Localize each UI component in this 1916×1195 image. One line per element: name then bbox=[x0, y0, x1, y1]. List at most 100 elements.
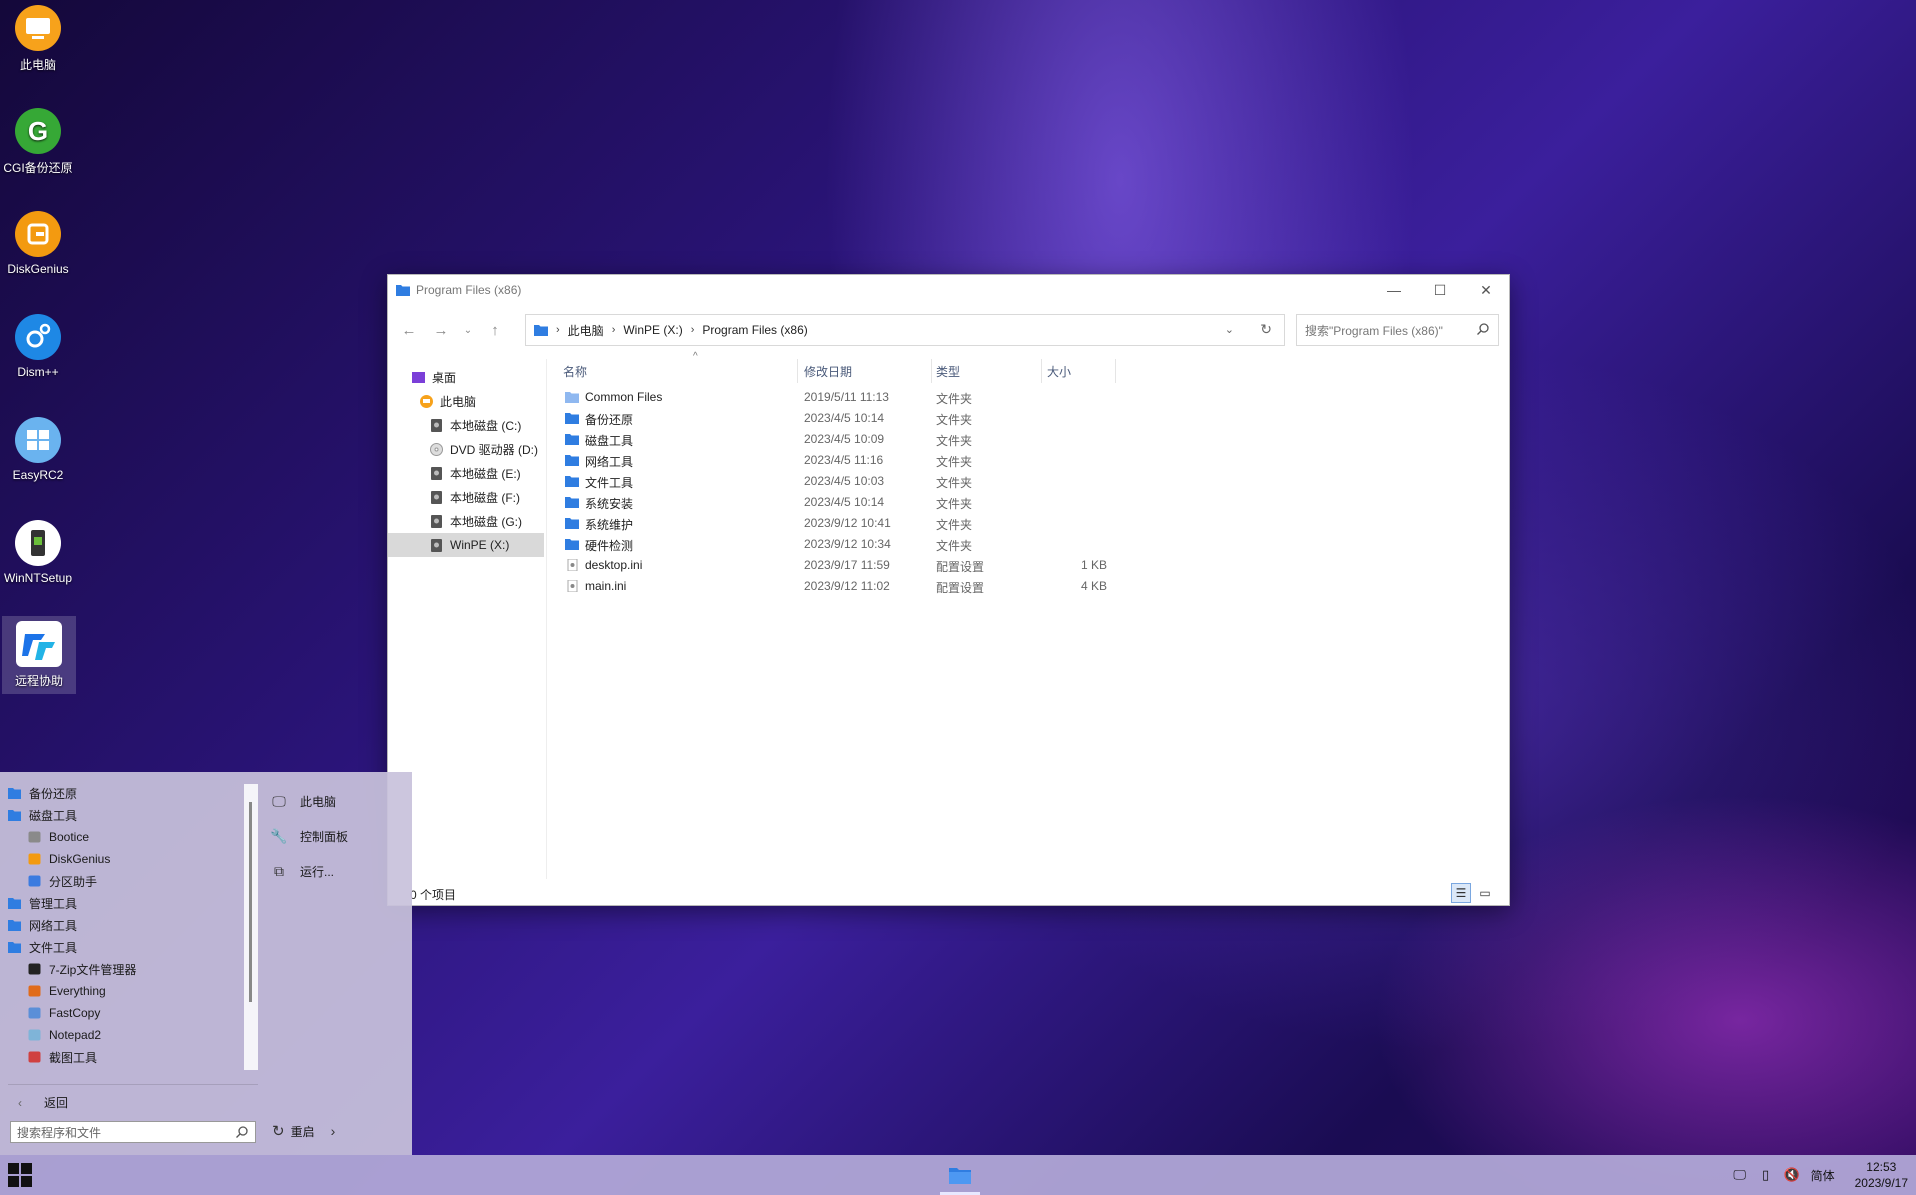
search-box[interactable]: 搜索"Program Files (x86)" bbox=[1296, 314, 1499, 346]
column-divider[interactable] bbox=[1041, 359, 1042, 383]
up-button[interactable]: ↑ bbox=[480, 315, 510, 345]
volume-muted-icon[interactable]: 🔇 bbox=[1782, 1167, 1802, 1183]
chevron-down-icon: ⌄ bbox=[463, 324, 473, 336]
desktop-icon[interactable]: 远程协助 bbox=[2, 616, 76, 694]
desktop-icon[interactable]: Dism++ bbox=[0, 309, 76, 387]
tree-item[interactable]: WinPE (X:) bbox=[388, 533, 544, 557]
usb-icon[interactable]: ▯ bbox=[1756, 1167, 1776, 1183]
file-row[interactable]: 备份还原 2023/4/5 10:14 文件夹 bbox=[553, 408, 1509, 429]
desktop-icon[interactable]: DiskGenius bbox=[0, 206, 76, 284]
explorer-window: Program Files (x86) — ☐ ✕ ← → ⌄ ↑ › 此电脑 … bbox=[387, 274, 1510, 906]
desktop-icon[interactable]: WinNTSetup bbox=[0, 515, 76, 593]
file-modified: 2019/5/11 11:13 bbox=[804, 390, 889, 404]
breadcrumb-item[interactable]: 此电脑 bbox=[568, 322, 604, 339]
column-divider[interactable] bbox=[797, 359, 798, 383]
program-item[interactable]: 7-Zip文件管理器 bbox=[8, 958, 244, 980]
program-folder[interactable]: 磁盘工具 bbox=[8, 804, 244, 826]
start-link[interactable]: 🔧 控制面板 bbox=[270, 819, 348, 854]
file-row[interactable]: 网络工具 2023/4/5 11:16 文件夹 bbox=[553, 450, 1509, 471]
program-folder[interactable]: 网络工具 bbox=[8, 914, 244, 936]
desktop-icon[interactable]: G CGI备份还原 bbox=[0, 103, 76, 181]
tree-item[interactable]: 本地磁盘 (F:) bbox=[388, 485, 544, 509]
arrow-right-icon: → bbox=[433, 321, 449, 339]
program-item[interactable]: Notepad2 bbox=[8, 1024, 244, 1046]
program-label: FastCopy bbox=[49, 1006, 101, 1020]
tree-item[interactable]: 桌面 bbox=[388, 365, 544, 389]
start-link[interactable]: ⧉ 运行... bbox=[270, 854, 348, 889]
maximize-button[interactable]: ☐ bbox=[1417, 275, 1463, 305]
close-button[interactable]: ✕ bbox=[1463, 275, 1509, 305]
file-row[interactable]: 系统安装 2023/4/5 10:14 文件夹 bbox=[553, 492, 1509, 513]
program-item[interactable]: 截图工具 bbox=[8, 1046, 244, 1068]
tree-item-label: 本地磁盘 (C:) bbox=[450, 418, 522, 433]
file-name: main.ini bbox=[585, 579, 627, 593]
title-bar[interactable]: Program Files (x86) bbox=[388, 275, 1509, 305]
program-item[interactable]: Bootice bbox=[8, 826, 244, 848]
folder-icon bbox=[534, 325, 548, 336]
folder-icon bbox=[565, 433, 579, 445]
file-row[interactable]: main.ini 2023/9/12 11:02 配置设置 4 KB bbox=[553, 576, 1509, 597]
recent-locations-button[interactable]: ⌄ bbox=[458, 315, 478, 345]
restart-button[interactable]: ↻ 重启 › bbox=[272, 1122, 335, 1140]
column-size[interactable]: 大小 bbox=[1047, 363, 1071, 380]
refresh-icon[interactable]: ↻ bbox=[1260, 321, 1272, 338]
tree-item[interactable]: 本地磁盘 (G:) bbox=[388, 509, 544, 533]
tree-item[interactable]: 本地磁盘 (C:) bbox=[388, 413, 544, 437]
scrollbar-thumb[interactable] bbox=[249, 802, 252, 1002]
taskbar-explorer-button[interactable] bbox=[940, 1155, 980, 1195]
clock-time: 12:53 bbox=[1866, 1160, 1897, 1174]
network-icon[interactable]: 🖵 bbox=[1730, 1167, 1750, 1183]
desktop-icon[interactable]: 此电脑 bbox=[0, 0, 76, 78]
column-divider[interactable] bbox=[931, 359, 932, 383]
file-row[interactable]: desktop.ini 2023/9/17 11:59 配置设置 1 KB bbox=[553, 555, 1509, 576]
column-divider[interactable] bbox=[1115, 359, 1116, 383]
program-folder[interactable]: 文件工具 bbox=[8, 936, 244, 958]
large-icons-view-button[interactable]: ▭ bbox=[1475, 883, 1495, 903]
ime-indicator[interactable]: 简体 bbox=[1811, 1167, 1835, 1184]
details-view-button[interactable]: ☰ bbox=[1451, 883, 1471, 903]
breadcrumb-item[interactable]: Program Files (x86) bbox=[702, 323, 807, 337]
breadcrumb-item[interactable]: WinPE (X:) bbox=[623, 323, 682, 337]
windows-logo-icon bbox=[8, 1163, 19, 1174]
tree-item[interactable]: 本地磁盘 (E:) bbox=[388, 461, 544, 485]
start-search-input[interactable]: 搜索程序和文件 bbox=[10, 1121, 256, 1143]
address-dropdown-icon[interactable]: ⌄ bbox=[1225, 323, 1234, 336]
column-name[interactable]: 名称 bbox=[563, 363, 587, 380]
program-folder[interactable]: 备份还原 bbox=[8, 782, 244, 804]
start-button[interactable] bbox=[8, 1163, 32, 1187]
start-link[interactable]: 🖵 此电脑 bbox=[270, 784, 348, 819]
file-row[interactable]: Common Files 2019/5/11 11:13 文件夹 bbox=[553, 387, 1509, 408]
program-label: 管理工具 bbox=[29, 896, 78, 911]
file-row[interactable]: 系统维护 2023/9/12 10:41 文件夹 bbox=[553, 513, 1509, 534]
wrench-icon: 🔧 bbox=[270, 828, 288, 844]
file-modified: 2023/9/12 10:41 bbox=[804, 516, 891, 530]
program-item[interactable]: 分区助手 bbox=[8, 870, 244, 892]
file-row[interactable]: 磁盘工具 2023/4/5 10:09 文件夹 bbox=[553, 429, 1509, 450]
program-item[interactable]: Everything bbox=[8, 980, 244, 1002]
address-bar[interactable]: › 此电脑 › WinPE (X:) › Program Files (x86)… bbox=[525, 314, 1285, 346]
clock[interactable]: 12:53 2023/9/17 bbox=[1855, 1159, 1908, 1191]
folder-icon bbox=[565, 412, 579, 424]
chevron-right-icon[interactable]: › bbox=[331, 1123, 336, 1139]
column-type[interactable]: 类型 bbox=[936, 363, 960, 380]
app-icon bbox=[28, 1007, 41, 1019]
program-item[interactable]: DiskGenius bbox=[8, 848, 244, 870]
file-row[interactable]: 文件工具 2023/4/5 10:03 文件夹 bbox=[553, 471, 1509, 492]
tree-item[interactable]: 此电脑 bbox=[388, 389, 544, 413]
program-list-scrollbar[interactable] bbox=[244, 784, 258, 1070]
column-modified[interactable]: 修改日期 bbox=[804, 363, 852, 380]
program-item[interactable]: FastCopy bbox=[8, 1002, 244, 1024]
program-label: 分区助手 bbox=[49, 874, 98, 889]
back-button[interactable]: ← bbox=[394, 315, 424, 345]
file-type: 文件夹 bbox=[936, 455, 973, 469]
start-link-label: 控制面板 bbox=[300, 830, 349, 844]
folder-icon bbox=[565, 517, 579, 529]
tree-item[interactable]: DVD 驱动器 (D:) bbox=[388, 437, 544, 461]
back-button[interactable]: ‹ 返回 bbox=[18, 1094, 68, 1111]
minimize-button[interactable]: — bbox=[1371, 275, 1417, 305]
desktop-icon[interactable]: EasyRC2 bbox=[0, 412, 76, 490]
program-folder[interactable]: 管理工具 bbox=[8, 892, 244, 914]
forward-button[interactable]: → bbox=[426, 315, 456, 345]
file-row[interactable]: 硬件检测 2023/9/12 10:34 文件夹 bbox=[553, 534, 1509, 555]
desktop-icon-label: 远程协助 bbox=[14, 674, 63, 688]
